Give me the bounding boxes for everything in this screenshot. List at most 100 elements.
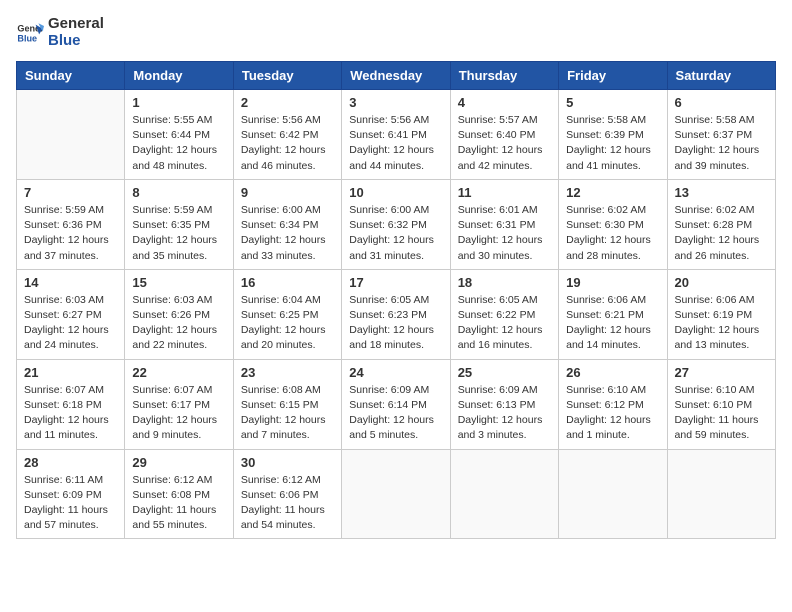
day-info: Sunrise: 6:03 AMSunset: 6:27 PMDaylight:… <box>24 293 117 354</box>
day-info: Sunrise: 6:07 AMSunset: 6:18 PMDaylight:… <box>24 383 117 444</box>
day-number: 1 <box>132 95 225 110</box>
day-info: Sunrise: 6:10 AMSunset: 6:10 PMDaylight:… <box>675 383 768 444</box>
day-number: 18 <box>458 275 551 290</box>
day-info: Sunrise: 6:05 AMSunset: 6:22 PMDaylight:… <box>458 293 551 354</box>
logo-general-text: General <box>48 16 104 33</box>
day-info: Sunrise: 5:56 AMSunset: 6:42 PMDaylight:… <box>241 113 334 174</box>
day-number: 4 <box>458 95 551 110</box>
calendar-week-3: 14 Sunrise: 6:03 AMSunset: 6:27 PMDayligh… <box>17 269 776 359</box>
day-info: Sunrise: 5:59 AMSunset: 6:36 PMDaylight:… <box>24 203 117 264</box>
day-info: Sunrise: 6:03 AMSunset: 6:26 PMDaylight:… <box>132 293 225 354</box>
calendar-cell: 7 Sunrise: 5:59 AMSunset: 6:36 PMDaylight… <box>17 179 125 269</box>
day-info: Sunrise: 6:00 AMSunset: 6:34 PMDaylight:… <box>241 203 334 264</box>
day-number: 13 <box>675 185 768 200</box>
calendar-cell: 15 Sunrise: 6:03 AMSunset: 6:26 PMDayligh… <box>125 269 233 359</box>
day-number: 15 <box>132 275 225 290</box>
calendar-cell: 1 Sunrise: 5:55 AMSunset: 6:44 PMDaylight… <box>125 90 233 180</box>
calendar-cell <box>342 449 450 539</box>
day-info: Sunrise: 6:08 AMSunset: 6:15 PMDaylight:… <box>241 383 334 444</box>
day-info: Sunrise: 6:05 AMSunset: 6:23 PMDaylight:… <box>349 293 442 354</box>
calendar-cell: 8 Sunrise: 5:59 AMSunset: 6:35 PMDaylight… <box>125 179 233 269</box>
day-number: 7 <box>24 185 117 200</box>
day-info: Sunrise: 5:59 AMSunset: 6:35 PMDaylight:… <box>132 203 225 264</box>
calendar-cell: 14 Sunrise: 6:03 AMSunset: 6:27 PMDayligh… <box>17 269 125 359</box>
header-monday: Monday <box>125 62 233 90</box>
calendar-cell <box>17 90 125 180</box>
calendar-cell: 10 Sunrise: 6:00 AMSunset: 6:32 PMDayligh… <box>342 179 450 269</box>
logo-blue-text: Blue <box>48 33 104 50</box>
calendar-cell: 3 Sunrise: 5:56 AMSunset: 6:41 PMDaylight… <box>342 90 450 180</box>
calendar-cell: 11 Sunrise: 6:01 AMSunset: 6:31 PMDayligh… <box>450 179 558 269</box>
day-number: 19 <box>566 275 659 290</box>
day-number: 25 <box>458 365 551 380</box>
svg-text:Blue: Blue <box>17 33 37 43</box>
calendar-cell: 4Sunrise: 5:57 AMSunset: 6:40 PMDaylight… <box>450 90 558 180</box>
calendar-cell: 16Sunrise: 6:04 AMSunset: 6:25 PMDayligh… <box>233 269 341 359</box>
calendar-cell: 28 Sunrise: 6:11 AMSunset: 6:09 PMDayligh… <box>17 449 125 539</box>
calendar-cell: 29Sunrise: 6:12 AMSunset: 6:08 PMDayligh… <box>125 449 233 539</box>
calendar-cell: 12Sunrise: 6:02 AMSunset: 6:30 PMDayligh… <box>559 179 667 269</box>
day-info: Sunrise: 6:12 AMSunset: 6:06 PMDaylight:… <box>241 473 334 534</box>
day-info: Sunrise: 6:09 AMSunset: 6:14 PMDaylight:… <box>349 383 442 444</box>
calendar-cell: 23 Sunrise: 6:08 AMSunset: 6:15 PMDayligh… <box>233 359 341 449</box>
header-saturday: Saturday <box>667 62 775 90</box>
calendar-cell <box>559 449 667 539</box>
day-number: 21 <box>24 365 117 380</box>
calendar-cell: 22 Sunrise: 6:07 AMSunset: 6:17 PMDayligh… <box>125 359 233 449</box>
header-sunday: Sunday <box>17 62 125 90</box>
logo: General Blue General Blue <box>16 16 104 49</box>
day-info: Sunrise: 6:00 AMSunset: 6:32 PMDaylight:… <box>349 203 442 264</box>
day-number: 8 <box>132 185 225 200</box>
day-info: Sunrise: 6:10 AMSunset: 6:12 PMDaylight:… <box>566 383 659 444</box>
day-info: Sunrise: 5:55 AMSunset: 6:44 PMDaylight:… <box>132 113 225 174</box>
logo-icon: General Blue <box>16 19 44 47</box>
day-number: 12 <box>566 185 659 200</box>
day-number: 5 <box>566 95 659 110</box>
day-number: 3 <box>349 95 442 110</box>
calendar-cell: 19Sunrise: 6:06 AMSunset: 6:21 PMDayligh… <box>559 269 667 359</box>
calendar-cell: 6 Sunrise: 5:58 AMSunset: 6:37 PMDaylight… <box>667 90 775 180</box>
calendar-cell <box>450 449 558 539</box>
day-number: 22 <box>132 365 225 380</box>
day-info: Sunrise: 6:11 AMSunset: 6:09 PMDaylight:… <box>24 473 117 534</box>
day-info: Sunrise: 5:56 AMSunset: 6:41 PMDaylight:… <box>349 113 442 174</box>
day-info: Sunrise: 5:58 AMSunset: 6:37 PMDaylight:… <box>675 113 768 174</box>
day-number: 20 <box>675 275 768 290</box>
day-number: 9 <box>241 185 334 200</box>
calendar-cell: 17 Sunrise: 6:05 AMSunset: 6:23 PMDayligh… <box>342 269 450 359</box>
header-wednesday: Wednesday <box>342 62 450 90</box>
day-number: 11 <box>458 185 551 200</box>
day-number: 30 <box>241 455 334 470</box>
calendar-header-row: SundayMondayTuesdayWednesdayThursdayFrid… <box>17 62 776 90</box>
day-number: 6 <box>675 95 768 110</box>
calendar-cell: 24Sunrise: 6:09 AMSunset: 6:14 PMDayligh… <box>342 359 450 449</box>
day-info: Sunrise: 6:07 AMSunset: 6:17 PMDaylight:… <box>132 383 225 444</box>
header-friday: Friday <box>559 62 667 90</box>
calendar-cell: 21 Sunrise: 6:07 AMSunset: 6:18 PMDayligh… <box>17 359 125 449</box>
day-info: Sunrise: 6:02 AMSunset: 6:28 PMDaylight:… <box>675 203 768 264</box>
calendar-cell: 18 Sunrise: 6:05 AMSunset: 6:22 PMDayligh… <box>450 269 558 359</box>
header-thursday: Thursday <box>450 62 558 90</box>
calendar-cell: 13 Sunrise: 6:02 AMSunset: 6:28 PMDayligh… <box>667 179 775 269</box>
calendar-cell: 5 Sunrise: 5:58 AMSunset: 6:39 PMDaylight… <box>559 90 667 180</box>
day-number: 17 <box>349 275 442 290</box>
day-number: 29 <box>132 455 225 470</box>
calendar-cell: 2Sunrise: 5:56 AMSunset: 6:42 PMDaylight… <box>233 90 341 180</box>
day-number: 26 <box>566 365 659 380</box>
day-info: Sunrise: 6:09 AMSunset: 6:13 PMDaylight:… <box>458 383 551 444</box>
calendar-week-1: 1 Sunrise: 5:55 AMSunset: 6:44 PMDaylight… <box>17 90 776 180</box>
header-tuesday: Tuesday <box>233 62 341 90</box>
calendar-week-5: 28 Sunrise: 6:11 AMSunset: 6:09 PMDayligh… <box>17 449 776 539</box>
calendar-cell: 27 Sunrise: 6:10 AMSunset: 6:10 PMDayligh… <box>667 359 775 449</box>
day-info: Sunrise: 5:58 AMSunset: 6:39 PMDaylight:… <box>566 113 659 174</box>
calendar-cell: 26 Sunrise: 6:10 AMSunset: 6:12 PMDayligh… <box>559 359 667 449</box>
calendar-cell: 25 Sunrise: 6:09 AMSunset: 6:13 PMDayligh… <box>450 359 558 449</box>
day-info: Sunrise: 6:04 AMSunset: 6:25 PMDaylight:… <box>241 293 334 354</box>
calendar-cell: 9 Sunrise: 6:00 AMSunset: 6:34 PMDaylight… <box>233 179 341 269</box>
day-number: 27 <box>675 365 768 380</box>
day-number: 23 <box>241 365 334 380</box>
day-info: Sunrise: 6:01 AMSunset: 6:31 PMDaylight:… <box>458 203 551 264</box>
day-number: 28 <box>24 455 117 470</box>
day-number: 14 <box>24 275 117 290</box>
day-number: 10 <box>349 185 442 200</box>
